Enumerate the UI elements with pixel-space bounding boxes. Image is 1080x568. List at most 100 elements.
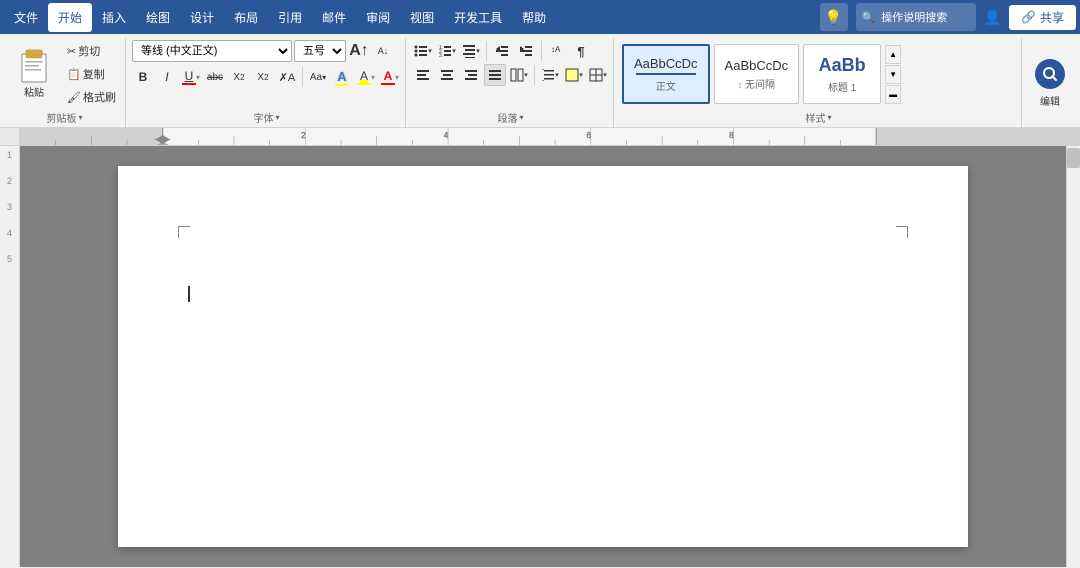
para-sep-2 — [541, 41, 542, 61]
clipboard-expand-icon[interactable]: ▾ — [78, 113, 82, 122]
style-normal-underline — [636, 73, 696, 75]
cut-label: 剪切 — [78, 43, 100, 59]
menu-item-draw[interactable]: 绘图 — [136, 3, 180, 32]
scroll-thumb[interactable] — [1067, 148, 1080, 168]
scissors-icon: ✂ — [67, 45, 76, 58]
share-label: 共享 — [1040, 9, 1064, 26]
clipboard-section: 粘贴 ✂ 剪切 📋 复制 🖌 格式刷 — [4, 38, 126, 127]
page-corner-tr — [896, 226, 908, 238]
menu-item-view[interactable]: 视图 — [400, 3, 444, 32]
underline-button[interactable]: U ▾ — [180, 66, 202, 88]
ruler-main[interactable]: 2 4 6 8 — [20, 128, 1080, 145]
bold-button[interactable]: B — [132, 66, 154, 88]
svg-text:4: 4 — [444, 131, 449, 140]
styles-gallery: AaBbCcDc 正文 AaBbCcDc ↕ 无间隔 AaBb 标题 1 — [620, 40, 1017, 108]
styles-expand-icon[interactable]: ▾ — [827, 113, 831, 122]
menu-item-file[interactable]: 文件 — [4, 3, 48, 32]
text-effect-button[interactable]: A — [331, 66, 353, 88]
align-right-button[interactable] — [460, 64, 482, 86]
page-num-4: 4 — [7, 228, 12, 238]
right-scrollbar[interactable] — [1066, 146, 1080, 567]
document-scroll-area[interactable] — [20, 146, 1066, 567]
menu-item-references[interactable]: 引用 — [268, 3, 312, 32]
strikethrough-button[interactable]: abc — [204, 66, 226, 88]
borders-button[interactable]: ▾ — [587, 64, 609, 86]
separator — [302, 67, 303, 87]
ribbon: 粘贴 ✂ 剪切 📋 复制 🖌 格式刷 — [0, 34, 1080, 128]
editing-label: 编辑 — [1040, 93, 1060, 108]
increase-font-size-button[interactable]: A↑ — [348, 40, 370, 62]
search-editing-button[interactable]: 编辑 — [1028, 54, 1072, 113]
copy-button[interactable]: 📋 复制 — [62, 63, 121, 85]
paste-button[interactable]: 粘贴 — [8, 45, 60, 104]
highlight-color-button[interactable]: A ▾ — [355, 66, 377, 88]
numbering-button[interactable]: 1.2.3. ▾ — [436, 40, 458, 62]
clear-format-button[interactable]: ✗A — [276, 66, 298, 88]
style-heading1-preview: AaBb — [819, 55, 866, 76]
svg-text:2: 2 — [301, 131, 306, 140]
style-normal-preview: AaBbCcDc — [634, 56, 698, 71]
style-heading1[interactable]: AaBb 标题 1 — [803, 44, 881, 104]
decrease-font-size-button[interactable]: A↓ — [372, 40, 394, 62]
ruler-side-left — [0, 128, 20, 145]
sort-button[interactable]: ↕A — [546, 40, 568, 62]
font-color-button[interactable]: A ▾ — [379, 66, 401, 88]
increase-indent-button[interactable] — [515, 40, 537, 62]
editing-section: 编辑 — [1024, 38, 1076, 127]
style-normal[interactable]: AaBbCcDc 正文 — [622, 44, 710, 104]
paste-label: 粘贴 — [24, 84, 44, 99]
line-spacing-button[interactable]: ▾ — [539, 64, 561, 86]
superscript-button[interactable]: X2 — [252, 66, 274, 88]
style-no-spacing-preview: AaBbCcDc — [725, 58, 789, 73]
show-formatting-button[interactable]: ¶ — [570, 40, 592, 62]
menu-item-layout[interactable]: 布局 — [224, 3, 268, 32]
para-sep-3 — [534, 65, 535, 85]
paragraph-section-label: 段落 — [497, 110, 517, 125]
justify-button[interactable] — [484, 64, 506, 86]
menu-item-mailings[interactable]: 邮件 — [312, 3, 356, 32]
column-break-button[interactable]: ▾ — [508, 64, 530, 86]
align-center-button[interactable] — [436, 64, 458, 86]
lightbulb-icon[interactable]: 💡 — [820, 3, 848, 31]
clipboard-label: 剪贴板 — [46, 110, 76, 125]
bullets-button[interactable]: ▾ — [412, 40, 434, 62]
menu-item-review[interactable]: 审阅 — [356, 3, 400, 32]
font-section: 等线 (中文正文) 五号 A↑ A↓ B I U — [128, 38, 406, 127]
clipboard-small-buttons: ✂ 剪切 📋 复制 🖌 格式刷 — [62, 40, 121, 108]
menu-item-home[interactable]: 开始 — [48, 3, 92, 32]
multilevel-list-button[interactable]: ▾ — [460, 40, 482, 62]
format-painter-button[interactable]: 🖌 格式刷 — [62, 86, 121, 108]
ribbon-toolbar: 粘贴 ✂ 剪切 📋 复制 🖌 格式刷 — [0, 34, 1080, 127]
main-area: 1 2 3 4 5 — [0, 146, 1080, 567]
cut-button[interactable]: ✂ 剪切 — [62, 40, 121, 62]
user-icon[interactable]: 👤 — [984, 9, 1001, 26]
page-num-3: 3 — [7, 202, 12, 212]
font-name-select[interactable]: 等线 (中文正文) — [132, 40, 292, 62]
styles-scroll-up[interactable]: ▲ — [885, 45, 901, 64]
share-button[interactable]: 🔗 共享 — [1009, 5, 1076, 30]
font-size-select[interactable]: 五号 — [294, 40, 346, 62]
style-no-spacing[interactable]: AaBbCcDc ↕ 无间隔 — [714, 44, 800, 104]
italic-button[interactable]: I — [156, 66, 178, 88]
menu-item-developer[interactable]: 开发工具 — [444, 3, 512, 32]
search-box-menu[interactable]: 🔍 操作说明搜索 — [856, 3, 976, 31]
paragraph-expand-icon[interactable]: ▾ — [519, 113, 523, 122]
styles-expand[interactable]: ▬ — [885, 85, 901, 104]
menu-item-design[interactable]: 设计 — [180, 3, 224, 32]
decrease-indent-button[interactable] — [491, 40, 513, 62]
shading-button[interactable]: ▾ — [563, 64, 585, 86]
menu-item-insert[interactable]: 插入 — [92, 3, 136, 32]
format-painter-label: 格式刷 — [83, 89, 116, 105]
document-page[interactable] — [118, 166, 968, 547]
align-left-button[interactable] — [412, 64, 434, 86]
menu-item-help[interactable]: 帮助 — [512, 3, 556, 32]
page-num-5: 5 — [7, 254, 12, 264]
format-painter-icon: 🖌 — [67, 91, 81, 104]
font-section-label: 字体 — [253, 110, 273, 125]
subscript-button[interactable]: X2 — [228, 66, 250, 88]
styles-scroll-down[interactable]: ▼ — [885, 65, 901, 84]
change-case-button[interactable]: Aa▾ — [307, 66, 329, 88]
paragraph-section: ▾ 1.2.3. ▾ ▾ — [408, 38, 614, 127]
svg-text:8: 8 — [729, 131, 734, 140]
font-expand-icon[interactable]: ▾ — [275, 113, 279, 122]
